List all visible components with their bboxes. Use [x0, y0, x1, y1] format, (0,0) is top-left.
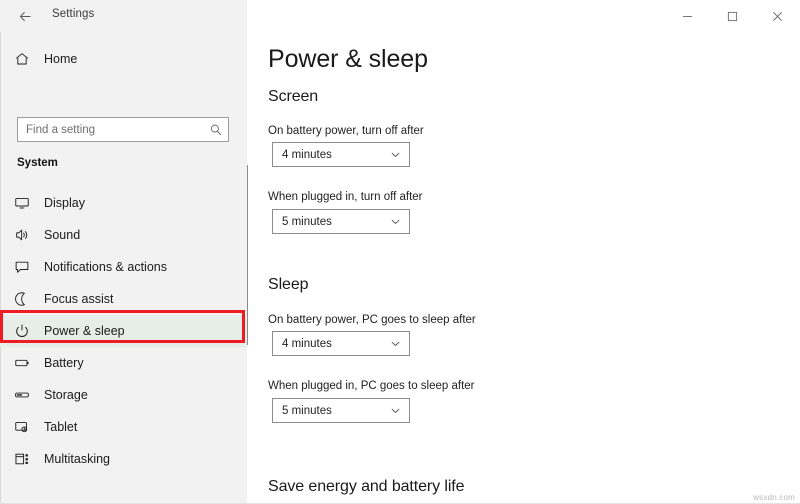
dropdown-value: 4 minutes	[282, 148, 332, 161]
window-title: Settings	[52, 8, 95, 20]
sidebar-home-label: Home	[44, 52, 78, 66]
watermark: wsxdn.com	[753, 493, 795, 502]
dropdown-screen-battery-timeout[interactable]: 4 minutes	[272, 142, 410, 167]
sidebar-item-label: Power & sleep	[44, 324, 125, 338]
search-icon	[204, 123, 228, 137]
speaker-icon	[0, 227, 44, 243]
sidebar-item-power-sleep[interactable]: Power & sleep	[0, 315, 247, 347]
field-label-sleep-battery: On battery power, PC goes to sleep after	[268, 314, 476, 326]
settings-window: Settings Home Find a setting System Disp…	[0, 0, 800, 504]
moon-icon	[0, 291, 44, 307]
field-label-sleep-plugged: When plugged in, PC goes to sleep after	[268, 380, 475, 392]
sidebar-item-label: Storage	[44, 388, 88, 402]
window-controls	[665, 0, 800, 32]
sidebar-item-label: Tablet	[44, 420, 78, 434]
minimize-icon	[682, 15, 693, 17]
close-button[interactable]	[755, 0, 800, 32]
back-button[interactable]	[10, 3, 40, 29]
sidebar-item-label: Sound	[44, 228, 81, 242]
sidebar-item-focus-assist[interactable]: Focus assist	[0, 283, 247, 315]
section-heading-sleep: Sleep	[268, 276, 309, 293]
back-arrow-icon	[19, 11, 31, 21]
section-heading-screen: Screen	[268, 88, 319, 105]
sidebar-item-battery[interactable]: Battery	[0, 347, 247, 379]
field-label-screen-battery: On battery power, turn off after	[268, 125, 424, 137]
multitasking-icon	[0, 451, 44, 467]
chevron-down-icon	[390, 405, 409, 416]
monitor-icon	[0, 195, 44, 211]
search-input[interactable]	[18, 119, 204, 140]
sidebar-item-storage[interactable]: Storage	[0, 379, 247, 411]
dropdown-sleep-plugged-timeout[interactable]: 5 minutes	[272, 398, 410, 423]
sidebar-item-multitasking[interactable]: Multitasking	[0, 443, 247, 475]
sidebar-item-display[interactable]: Display	[0, 187, 247, 219]
sidebar-item-label: Display	[44, 196, 85, 210]
minimize-button[interactable]	[665, 0, 710, 32]
sidebar-item-label: Battery	[44, 356, 84, 370]
page-title: Power & sleep	[268, 45, 428, 73]
storage-icon	[0, 387, 44, 403]
sidebar-item-tablet[interactable]: Tablet	[0, 411, 247, 443]
sidebar-item-sound[interactable]: Sound	[0, 219, 247, 251]
power-icon	[0, 323, 44, 339]
sidebar-scrollbar[interactable]	[247, 165, 248, 345]
sidebar: Home System Display	[0, 32, 247, 504]
sidebar-group-label: System	[17, 157, 58, 169]
sidebar-item-notifications-actions[interactable]: Notifications & actions	[0, 251, 247, 283]
chevron-down-icon	[390, 338, 409, 349]
chevron-down-icon	[390, 216, 409, 227]
dropdown-value: 5 minutes	[282, 215, 332, 228]
sidebar-nav-list: Display Sound Notifications & actions Fo…	[0, 187, 247, 475]
notification-icon	[0, 259, 44, 275]
sidebar-item-label: Notifications & actions	[44, 260, 167, 274]
battery-icon	[0, 355, 44, 371]
chevron-down-icon	[390, 149, 409, 160]
tablet-icon	[0, 419, 44, 435]
dropdown-sleep-battery-timeout[interactable]: 4 minutes	[272, 331, 410, 356]
sidebar-item-label: Focus assist	[44, 292, 114, 306]
dropdown-value: 5 minutes	[282, 404, 332, 417]
dropdown-screen-plugged-timeout[interactable]: 5 minutes	[272, 209, 410, 234]
title-bar: Settings	[0, 0, 800, 32]
section-heading-save-energy: Save energy and battery life	[268, 478, 465, 495]
maximize-button[interactable]	[710, 0, 755, 32]
sidebar-item-label: Multitasking	[44, 452, 110, 466]
dropdown-value: 4 minutes	[282, 337, 332, 350]
main-content: Power & sleep Screen On battery power, t…	[248, 32, 800, 504]
maximize-icon	[727, 11, 738, 21]
search-input-wrapper[interactable]	[17, 117, 229, 142]
sidebar-item-home[interactable]: Home	[0, 44, 230, 74]
field-label-screen-plugged: When plugged in, turn off after	[268, 191, 423, 203]
close-icon	[773, 11, 782, 21]
home-icon	[0, 51, 44, 67]
